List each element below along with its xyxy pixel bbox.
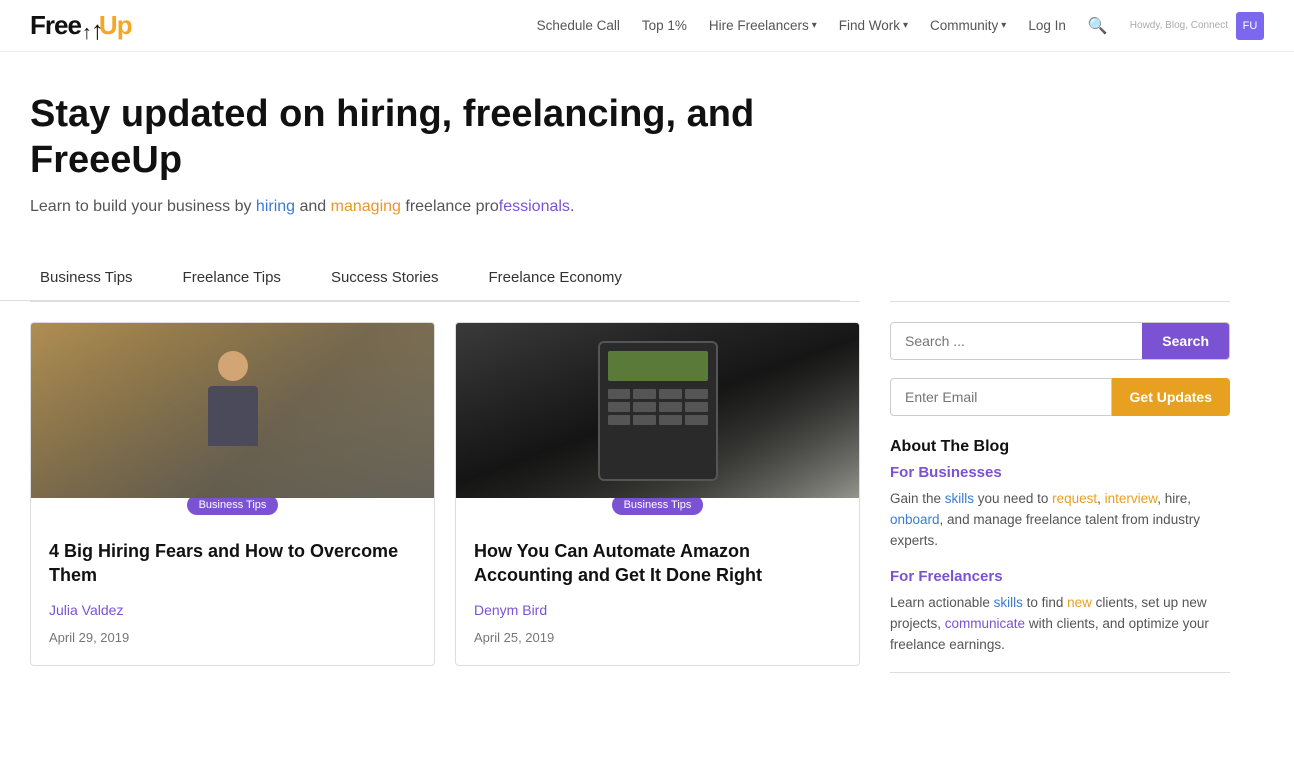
subtitle-text-2: and bbox=[295, 198, 331, 215]
category-freelance-economy[interactable]: Freelance Economy bbox=[478, 259, 661, 300]
article-card-2[interactable]: Business Tips How You Can Automate Amazo… bbox=[455, 322, 860, 666]
calc-btn bbox=[685, 402, 708, 412]
nav-schedule-call[interactable]: Schedule Call bbox=[537, 18, 620, 33]
chevron-down-icon: ▾ bbox=[903, 20, 908, 31]
chevron-down-icon: ▾ bbox=[1001, 20, 1006, 31]
calc-btn bbox=[608, 415, 631, 425]
nav-links: Schedule Call Top 1% Hire Freelancers ▾ … bbox=[537, 12, 1264, 40]
logo-free: Free bbox=[30, 10, 81, 41]
subtitle-blue: hiring bbox=[256, 198, 295, 215]
calc-btn bbox=[633, 402, 656, 412]
email-input[interactable] bbox=[890, 378, 1112, 416]
subtitle-purple: fessionals bbox=[499, 198, 570, 215]
calc-btn bbox=[659, 402, 682, 412]
hero-section: Stay updated on hiring, freelancing, and… bbox=[0, 52, 820, 239]
logo-arrow-icon: ↑ bbox=[82, 15, 98, 37]
calc-btn bbox=[633, 389, 656, 399]
nav-hire-freelancers[interactable]: Hire Freelancers ▾ bbox=[709, 18, 817, 33]
articles-grid: Business Tips 4 Big Hiring Fears and How… bbox=[30, 322, 860, 666]
subtitle-text-4: . bbox=[570, 198, 574, 215]
person-visual bbox=[193, 351, 273, 471]
article-date-2: April 25, 2019 bbox=[474, 630, 841, 645]
text-highlight-actionable: skills bbox=[994, 595, 1023, 610]
subtitle-text-3: freelance pro bbox=[401, 198, 499, 215]
text-highlight-skills: skills bbox=[945, 491, 974, 506]
text-highlight-onboard: onboard bbox=[890, 512, 940, 527]
category-nav: Business Tips Freelance Tips Success Sto… bbox=[0, 239, 840, 301]
sidebar: Search Get Updates About The Blog For Bu… bbox=[890, 301, 1230, 677]
text-highlight-communicate: communicate bbox=[945, 616, 1025, 631]
get-updates-button[interactable]: Get Updates bbox=[1112, 378, 1230, 416]
article-author-1[interactable]: Julia Valdez bbox=[49, 602, 416, 618]
search-icon[interactable]: 🔍 bbox=[1088, 16, 1108, 36]
calc-screen bbox=[608, 351, 708, 381]
sidebar-search-box: Search bbox=[890, 322, 1230, 360]
for-businesses-title[interactable]: For Businesses bbox=[890, 464, 1230, 481]
article-author-2[interactable]: Denym Bird bbox=[474, 602, 841, 618]
text-highlight-new: new bbox=[1067, 595, 1092, 610]
category-success-stories[interactable]: Success Stories bbox=[321, 259, 479, 300]
for-freelancers-text: Learn actionable skills to find new clie… bbox=[890, 593, 1230, 656]
page-title: Stay updated on hiring, freelancing, and… bbox=[30, 92, 790, 183]
subtitle-orange: managing bbox=[331, 198, 401, 215]
person-head bbox=[218, 351, 248, 381]
article-title-1[interactable]: 4 Big Hiring Fears and How to Overcome T… bbox=[49, 539, 416, 588]
category-freelance-tips[interactable]: Freelance Tips bbox=[173, 259, 321, 300]
search-button[interactable]: Search bbox=[1142, 323, 1229, 359]
sidebar-divider bbox=[890, 672, 1230, 673]
for-businesses-text: Gain the skills you need to request, int… bbox=[890, 489, 1230, 552]
logo[interactable]: Free↑Up bbox=[30, 10, 132, 41]
article-1-body: Business Tips 4 Big Hiring Fears and How… bbox=[31, 498, 434, 665]
calc-btn bbox=[685, 415, 708, 425]
main-layout: Business Tips 4 Big Hiring Fears and How… bbox=[0, 301, 1260, 677]
calc-btn bbox=[608, 389, 631, 399]
email-signup-row: Get Updates bbox=[890, 378, 1230, 416]
article-image-2 bbox=[456, 323, 859, 498]
calc-btn bbox=[608, 402, 631, 412]
calc-buttons bbox=[608, 389, 708, 425]
calc-btn bbox=[659, 389, 682, 399]
tag-wrapper-1: Business Tips bbox=[49, 495, 416, 527]
article-image-1 bbox=[31, 323, 434, 498]
nav-right-icons: Howdy, Blog, Connect FU bbox=[1130, 12, 1264, 40]
article-tag-2[interactable]: Business Tips bbox=[612, 495, 704, 515]
article-tag-1[interactable]: Business Tips bbox=[187, 495, 279, 515]
avatar[interactable]: FU bbox=[1236, 12, 1264, 40]
nav-find-work[interactable]: Find Work ▾ bbox=[839, 18, 908, 33]
nav-top-1[interactable]: Top 1% bbox=[642, 18, 687, 33]
search-input[interactable] bbox=[891, 323, 1142, 359]
chevron-down-icon: ▾ bbox=[812, 20, 817, 31]
nav-login[interactable]: Log In bbox=[1028, 18, 1066, 33]
article-date-1: April 29, 2019 bbox=[49, 630, 416, 645]
navbar: Free↑Up Schedule Call Top 1% Hire Freela… bbox=[0, 0, 1294, 52]
article-title-2[interactable]: How You Can Automate Amazon Accounting a… bbox=[474, 539, 841, 588]
hero-subtitle: Learn to build your business by hiring a… bbox=[30, 195, 790, 219]
text-highlight-request: request bbox=[1052, 491, 1097, 506]
text-highlight-interview: interview bbox=[1105, 491, 1158, 506]
article-2-body: Business Tips How You Can Automate Amazo… bbox=[456, 498, 859, 665]
article-card-1[interactable]: Business Tips 4 Big Hiring Fears and How… bbox=[30, 322, 435, 666]
about-blog-title: About The Blog bbox=[890, 438, 1230, 456]
nav-tiny-text: Howdy, Blog, Connect bbox=[1130, 20, 1228, 31]
logo-up: Up bbox=[99, 10, 132, 41]
tag-wrapper-2: Business Tips bbox=[474, 495, 841, 527]
calc-btn bbox=[633, 415, 656, 425]
articles-section: Business Tips 4 Big Hiring Fears and How… bbox=[30, 301, 860, 677]
calculator-visual bbox=[598, 341, 718, 481]
subtitle-text-1: Learn to build your business by bbox=[30, 198, 256, 215]
nav-community[interactable]: Community ▾ bbox=[930, 18, 1006, 33]
person-body bbox=[208, 386, 258, 446]
calc-btn bbox=[685, 389, 708, 399]
category-business-tips[interactable]: Business Tips bbox=[30, 259, 173, 300]
for-freelancers-title[interactable]: For Freelancers bbox=[890, 568, 1230, 585]
calc-btn bbox=[659, 415, 682, 425]
